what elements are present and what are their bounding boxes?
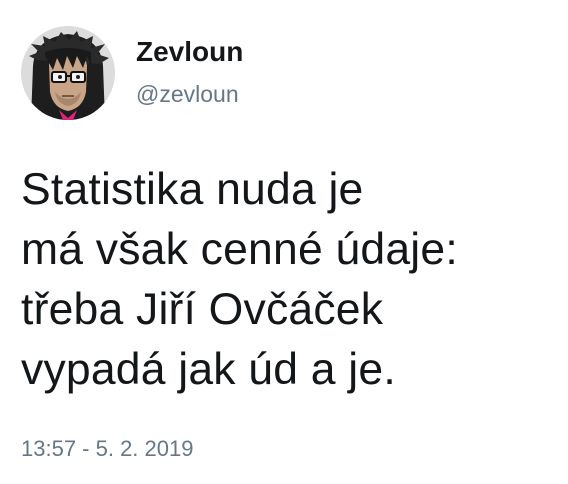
- author-handle[interactable]: @zevloun: [136, 83, 239, 106]
- tweet-text: Statistika nuda je má však cenné údaje: …: [21, 160, 551, 400]
- cartoon-avatar-icon: [21, 26, 115, 120]
- tweet-text-line: má však cenné údaje:: [21, 225, 458, 274]
- tweet-text-line: vypadá jak úd a je.: [21, 345, 396, 394]
- tweet-timestamp[interactable]: 13:57 - 5. 2. 2019: [21, 438, 193, 460]
- author-display-name[interactable]: Zevloun: [136, 38, 243, 66]
- tweet-card: Zevloun @zevloun Statistika nuda je má v…: [0, 0, 568, 484]
- tweet-text-line: Statistika nuda je: [21, 165, 364, 214]
- tweet-text-line: třeba Jiří Ovčáček: [21, 285, 384, 334]
- avatar[interactable]: [21, 26, 115, 120]
